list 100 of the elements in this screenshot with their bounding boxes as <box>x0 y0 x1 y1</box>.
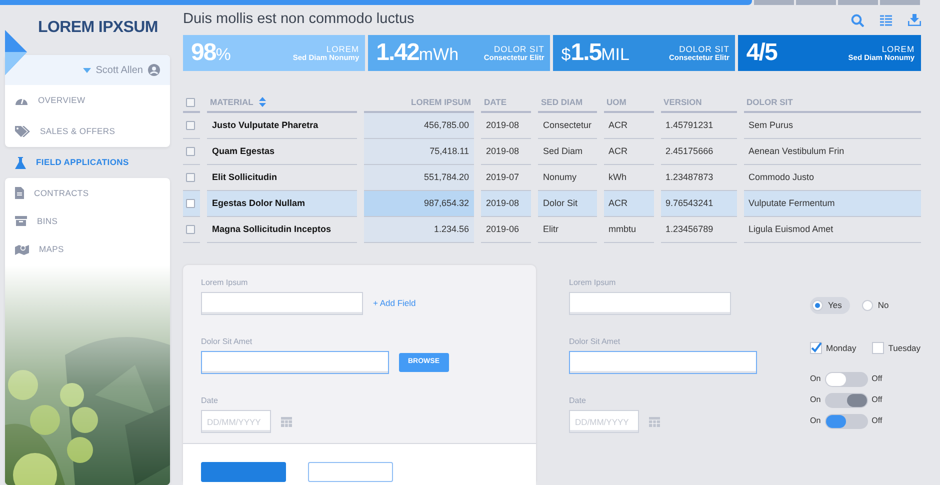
row-checkbox[interactable] <box>186 172 195 182</box>
table-cell: Elit Sollicitudin <box>212 172 277 182</box>
row-checkbox[interactable] <box>186 224 195 234</box>
column-header: DATE <box>484 96 507 107</box>
radio-option[interactable]: No <box>860 297 897 314</box>
column-header: DOLOR SIT <box>746 96 793 107</box>
checkbox[interactable] <box>872 342 884 354</box>
row-checkbox[interactable] <box>186 198 195 208</box>
toggle-label: Off <box>872 394 882 406</box>
column-header[interactable]: MATERIAL <box>210 96 266 107</box>
nav-item[interactable]: BINS <box>5 207 170 235</box>
toggle-label: On <box>810 415 821 427</box>
select-all-checkbox[interactable] <box>186 98 195 107</box>
kpi-label: DOLOR SIT <box>678 44 730 54</box>
flask-icon <box>15 156 26 168</box>
table-cell: Aenean Vestibulum Frin <box>748 146 844 156</box>
field-label: Dolor Sit Amet <box>569 336 622 348</box>
table-cell: ACR <box>608 146 628 156</box>
add-field-link[interactable]: + Add Field <box>373 297 416 310</box>
table-cell: Dolor Sit <box>543 198 578 208</box>
input-field[interactable] <box>569 351 757 374</box>
table-cell: 2019-08 <box>486 198 520 208</box>
caret-icon <box>82 68 91 72</box>
toggle-label: On <box>810 373 821 385</box>
table-cell: 1.45791231 <box>666 120 714 130</box>
sort-icon <box>259 97 266 108</box>
table-cell: Ligula Euismod Amet <box>748 224 834 234</box>
secondary-button[interactable] <box>308 462 393 482</box>
radio-option[interactable]: Yes <box>810 297 850 314</box>
checkbox-label: Tuesday <box>888 342 921 354</box>
field-label: Dolor Sit Amet <box>201 336 254 348</box>
tags-icon <box>15 126 30 137</box>
table-cell: Quam Egestas <box>212 146 275 156</box>
column-header: VERSION <box>664 96 702 107</box>
nav-item[interactable]: SALES & OFFERS <box>5 116 170 147</box>
table-cell: 2019-08 <box>486 146 520 156</box>
table-cell: Sem Purus <box>748 120 794 130</box>
table-cell: Consectetur <box>543 120 592 130</box>
row-checkbox[interactable] <box>186 120 195 130</box>
field-label: Lorem Ipsum <box>569 277 617 289</box>
nav-item[interactable]: OVERVIEW <box>5 85 170 116</box>
archive-box-icon <box>15 216 27 226</box>
map-icon <box>15 244 29 254</box>
toggle-switch[interactable] <box>824 392 868 408</box>
toggle-label: Off <box>872 415 882 427</box>
row-checkbox[interactable] <box>186 146 195 156</box>
nav-item[interactable]: MAPS <box>5 235 170 263</box>
table-cell: 1.234.56 <box>434 224 469 234</box>
avatar-icon <box>148 64 160 76</box>
calendar-icon <box>281 416 292 427</box>
toggle-switch[interactable] <box>824 414 868 428</box>
table-cell: 1.23456789 <box>666 224 714 234</box>
input-field[interactable] <box>569 292 731 315</box>
field-label: Lorem Ipsum <box>201 277 249 289</box>
table-cell: Commodo Justo <box>748 172 814 182</box>
table-cell: Magna Sollicitudin Inceptos <box>212 224 332 234</box>
table-cell: 2.45175666 <box>666 146 714 156</box>
table-cell: 456,785.00 <box>424 120 469 130</box>
table-cell: ACR <box>608 198 628 208</box>
column-header: SED DIAM <box>541 96 583 107</box>
input-field[interactable] <box>201 351 389 374</box>
table-cell: Justo Vulputate Pharetra <box>212 120 318 130</box>
kpi-value: 98% <box>191 38 231 68</box>
toggle-switch[interactable] <box>824 372 868 386</box>
table-row[interactable]: Quam Egestas 75,418.11 2019-08 Sed Diam ACR 2.45175666 Aenean Vestibulum Frin <box>183 139 921 165</box>
date-field[interactable]: DD/MM/YYYY <box>201 410 271 433</box>
download-icon[interactable] <box>908 14 921 26</box>
nav-item[interactable]: FIELD APPLICATIONS <box>5 147 170 178</box>
column-header: UOM <box>606 96 626 107</box>
toggle-label: Off <box>872 373 882 385</box>
table-cell: Egestas Dolor Nullam <box>212 198 306 208</box>
table-cell: 75,418.11 <box>430 146 469 156</box>
checkbox[interactable] <box>810 342 822 354</box>
input-field[interactable] <box>201 292 363 315</box>
kpi-label: DOLOR SIT <box>492 44 544 54</box>
table-row[interactable]: Justo Vulputate Pharetra 456,785.00 2019-08 Consectetur ACR 1.45791231 Sem Purus <box>183 113 921 139</box>
table-cell: 1.23487873 <box>666 172 714 182</box>
search-icon[interactable] <box>850 14 864 26</box>
table-cell: mmbtu <box>608 224 636 234</box>
columns-icon[interactable] <box>880 14 892 26</box>
table-cell: 2019-06 <box>486 224 520 234</box>
field-label: Date <box>569 395 587 407</box>
checkbox-label: Monday <box>826 342 856 354</box>
table-cell: 551,784.20 <box>424 172 469 182</box>
table-row[interactable]: Egestas Dolor Nullam 987,654.32 2019-08 Dolor Sit ACR 9.76543241 Vulputate Fermentum <box>183 191 921 217</box>
table-cell: Nonumy <box>543 172 577 182</box>
kpi-value: 4/5 <box>746 38 777 68</box>
table-row[interactable]: Magna Sollicitudin Inceptos 1.234.56 2019-06 Elitr mmbtu 1.23456789 Ligula Euismod Amet <box>183 217 921 243</box>
table-cell: 9.76543241 <box>666 198 714 208</box>
user-menu[interactable]: Scott Allen <box>5 55 170 85</box>
column-header: LOREM IPSUM <box>411 96 471 107</box>
table-cell: kWh <box>608 172 627 182</box>
document-icon <box>15 187 24 199</box>
nav-item[interactable]: CONTRACTS <box>5 179 170 207</box>
corner-decoration <box>5 30 27 75</box>
date-field[interactable]: DD/MM/YYYY <box>569 410 639 433</box>
table-cell: 2019-08 <box>486 120 520 130</box>
field-label: Date <box>201 395 219 407</box>
page-title: Duis mollis est non commodo luctus <box>183 10 414 30</box>
calendar-icon <box>649 416 660 427</box>
